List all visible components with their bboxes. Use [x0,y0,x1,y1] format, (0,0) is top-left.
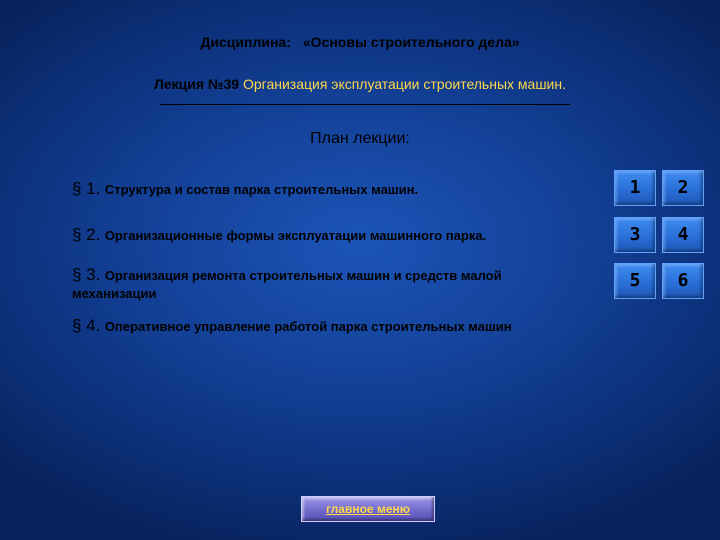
nav-button-3[interactable]: 3 [614,217,656,253]
section-text: Организация ремонта строительных машин и… [104,268,502,283]
discipline-title: «Основы строительного дела» [302,34,520,50]
nav-button-4[interactable]: 4 [662,217,704,253]
section-number: § 1. [72,179,101,198]
main-menu-label: главное меню [325,502,410,516]
nav-button-2[interactable]: 2 [662,170,704,206]
section-item-2[interactable]: § 2. Организационные формы эксплуатации … [72,226,572,245]
nav-button-1[interactable]: 1 [614,170,656,206]
nav-button-5[interactable]: 5 [614,263,656,299]
section-number: § 4. [72,316,101,335]
section-text-continued: механизации [72,286,157,301]
plan-title: План лекции: [310,130,410,147]
lecture-label: Лекция №39 [154,76,240,92]
header-divider [160,104,570,105]
lecture-header: Лекция №39 Организация эксплуатации стро… [0,76,720,92]
section-text: Структура и состав парка строительных ма… [104,182,419,197]
discipline-label: Дисциплина: [200,34,291,50]
discipline-header: Дисциплина: «Основы строительного дела» [0,34,720,50]
section-text: Организационные формы эксплуатации машин… [104,228,487,243]
main-menu-button[interactable]: главное меню [301,496,435,522]
section-item-4[interactable]: § 4. Оперативное управление работой парк… [72,317,572,336]
section-item-3[interactable]: § 3. Организация ремонта строительных ма… [72,266,572,303]
section-item-1[interactable]: § 1. Структура и состав парка строительн… [72,180,572,199]
section-number: § 2. [72,225,101,244]
nav-button-6[interactable]: 6 [662,263,704,299]
section-number: § 3. [72,265,101,284]
section-text: Оперативное управление работой парка стр… [104,319,512,334]
lecture-title: Организация эксплуатации строительных ма… [242,76,566,92]
